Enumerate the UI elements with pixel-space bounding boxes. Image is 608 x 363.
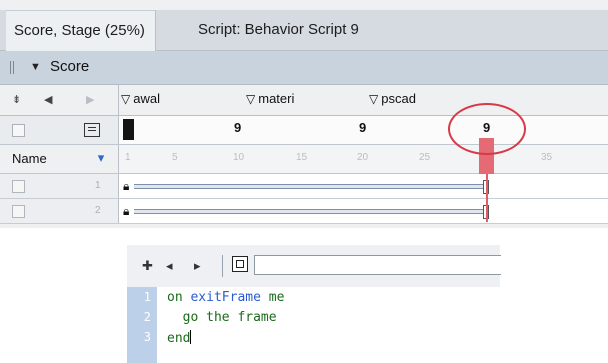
text-cursor	[190, 330, 192, 344]
member-name-field[interactable]	[254, 255, 501, 275]
marker-awal[interactable]: ▽ awal	[121, 91, 160, 106]
collapse-triangle-icon[interactable]: ▼	[30, 61, 41, 73]
chevron-down-icon[interactable]: ▾	[92, 149, 110, 167]
code-line[interactable]: on exitFrame me	[167, 290, 284, 305]
toolbar-divider	[222, 255, 223, 277]
sprite-channel-header: 1	[0, 174, 119, 198]
previous-marker-icon[interactable]: ◀	[44, 93, 52, 106]
script-channel-header	[0, 116, 119, 144]
script-cell-number[interactable]: 9	[359, 120, 366, 135]
script-editor: ✚ ◂ ▸ 1 2 3 on exitFrame me go the frame…	[127, 245, 501, 363]
ruler-tick: 35	[541, 152, 553, 163]
name-column-label: Name	[12, 151, 47, 166]
marker-materi[interactable]: ▽ materi	[246, 91, 294, 106]
code-keyword: go the frame	[167, 310, 277, 325]
channel-toggle-box[interactable]	[12, 180, 25, 193]
code-keyword: on	[167, 290, 191, 305]
next-marker-icon[interactable]: ▶	[86, 93, 94, 106]
code-line[interactable]: end	[167, 330, 192, 346]
ruler-tick: 25	[419, 152, 431, 163]
channel-number: 2	[95, 205, 101, 216]
sprite-channel-2: 2 🔒︎	[0, 199, 608, 224]
sprite-span[interactable]	[134, 184, 484, 189]
back-icon[interactable]: ◂	[166, 258, 173, 274]
forward-icon[interactable]: ▸	[194, 258, 201, 274]
name-column-header: Name ▾	[0, 145, 119, 173]
code-keyword: end	[167, 331, 191, 346]
ruler-tick: 15	[296, 152, 308, 163]
marker-label: materi	[258, 91, 295, 106]
sprite-span[interactable]	[134, 209, 484, 214]
sprite-channel-1: 1 🔒︎	[0, 174, 608, 199]
marker-triangle-icon: ▽	[121, 92, 131, 106]
line-number-gutter: 1 2 3	[127, 287, 157, 363]
ruler-tick: 10	[233, 152, 245, 163]
drag-grip-icon[interactable]	[10, 61, 16, 74]
ruler-tick: 5	[172, 152, 178, 163]
code-rest: me	[260, 290, 285, 305]
marker-controls: ⇟ ◀ ▶	[0, 85, 119, 115]
script-editor-toolbar: ✚ ◂ ▸	[127, 245, 501, 287]
channel-number: 1	[95, 180, 101, 191]
marker-label: pscad	[381, 91, 416, 106]
marker-menu-icon[interactable]: ⇟	[12, 93, 21, 106]
code-line[interactable]: go the frame	[167, 310, 277, 325]
frame-ruler: Name ▾ 1 5 10 15 20 25 35	[0, 145, 608, 174]
marker-triangle-icon: ▽	[246, 92, 256, 106]
marker-pscad[interactable]: ▽ pscad	[369, 91, 416, 106]
score-panel-header[interactable]: ▼ Score	[0, 51, 608, 85]
lock-icon[interactable]: 🔒︎	[123, 204, 129, 219]
ruler-tick: 1	[125, 152, 131, 163]
line-number: 3	[143, 330, 151, 344]
score-panel-title: Score	[50, 58, 90, 75]
channel-toggle-box[interactable]	[12, 124, 25, 137]
lock-icon[interactable]: 🔒︎	[123, 179, 129, 194]
marker-triangle-icon: ▽	[369, 92, 379, 106]
sprite-channel-header: 2	[0, 199, 119, 223]
tab-score-stage[interactable]: Score, Stage (25%)	[6, 10, 156, 51]
playhead-line	[486, 174, 488, 222]
tab-bar: Score, Stage (25%) Script: Behavior Scri…	[0, 10, 608, 51]
annotation-circle	[448, 103, 526, 155]
tab-behavior-script[interactable]: Script: Behavior Script 9	[188, 10, 369, 50]
line-number: 2	[143, 310, 151, 324]
script-channel-icon	[84, 123, 100, 137]
script-cell-number[interactable]: 9	[234, 120, 241, 135]
line-number: 1	[143, 290, 151, 304]
channel-start-cell[interactable]	[123, 119, 134, 140]
code-identifier: exitFrame	[190, 290, 261, 305]
ruler-tick: 20	[357, 152, 369, 163]
add-behavior-icon[interactable]: ✚	[142, 258, 153, 274]
marker-label: awal	[133, 91, 160, 106]
channel-toggle-box[interactable]	[12, 205, 25, 218]
cast-member-icon[interactable]	[232, 256, 248, 272]
score-window: Score, Stage (25%) Script: Behavior Scri…	[0, 0, 608, 228]
